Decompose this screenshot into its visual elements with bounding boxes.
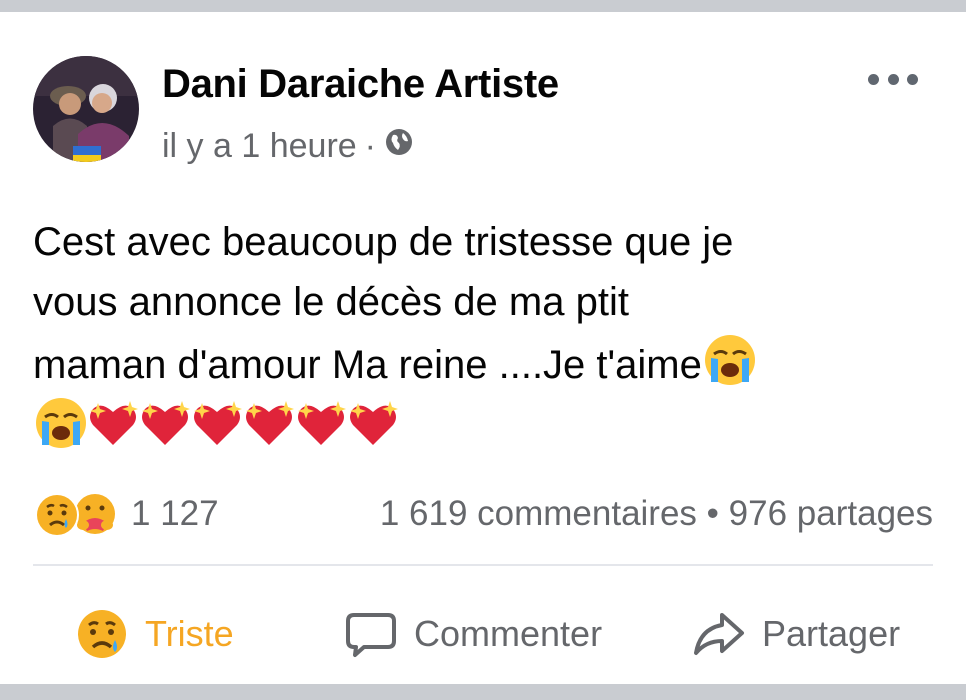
share-button[interactable]: Partager	[692, 602, 900, 666]
react-button[interactable]: Triste	[75, 602, 234, 666]
sparkling-heart-emoji	[137, 395, 193, 451]
globe-icon	[384, 127, 414, 166]
sparkling-heart-emoji	[241, 395, 297, 451]
divider	[33, 564, 933, 566]
post-text-line: maman d'amour Ma reine ....Je t'aime	[33, 332, 943, 395]
avatar[interactable]	[33, 56, 139, 162]
shares-count[interactable]: 976 partages	[729, 494, 933, 533]
sparkling-heart-emoji	[293, 395, 349, 451]
comment-icon	[344, 607, 398, 661]
react-button-label: Triste	[145, 613, 234, 654]
post-time[interactable]: il y a 1 heure	[162, 127, 357, 166]
post-stats: 1 127 1 619 commentaires • 976 partages	[33, 488, 933, 538]
reactions-count[interactable]: 1 127	[131, 494, 219, 534]
sad-face-icon	[75, 607, 129, 661]
post-text-line: Cest avec beaucoup de tristesse que je	[33, 220, 734, 264]
author-name[interactable]: Dani Daraiche Artiste	[162, 62, 559, 107]
stats-bullet: •	[706, 494, 719, 533]
sparkling-heart-emoji	[189, 395, 245, 451]
comments-shares: 1 619 commentaires • 976 partages	[380, 494, 933, 534]
post-meta: il y a 1 heure ·	[162, 127, 414, 166]
reaction-icons[interactable]	[33, 491, 123, 539]
comments-count[interactable]: 1 619 commentaires	[380, 494, 697, 533]
post-text-line: vous annonce le décès de ma ptit	[33, 280, 629, 324]
more-options-icon[interactable]	[868, 68, 918, 90]
comment-button-label: Commenter	[414, 613, 603, 654]
comment-button[interactable]: Commenter	[344, 602, 602, 666]
post-card: Dani Daraiche Artiste il y a 1 heure · C…	[0, 12, 966, 684]
share-arrow-icon	[692, 607, 746, 661]
post-text-segment: maman d'amour Ma reine ....Je t'aime	[33, 343, 702, 387]
care-reaction-icon	[73, 492, 117, 536]
loudly-crying-face-emoji	[702, 332, 758, 388]
emoji-line	[33, 395, 943, 458]
sparkling-heart-emoji	[85, 395, 141, 451]
share-button-label: Partager	[762, 613, 901, 654]
sparkling-heart-emoji	[345, 395, 401, 451]
post-text: Cest avec beaucoup de tristesse que je v…	[33, 212, 943, 458]
meta-separator: ·	[364, 127, 376, 165]
loudly-crying-face-emoji	[33, 395, 89, 451]
sad-reaction-icon	[35, 493, 79, 537]
